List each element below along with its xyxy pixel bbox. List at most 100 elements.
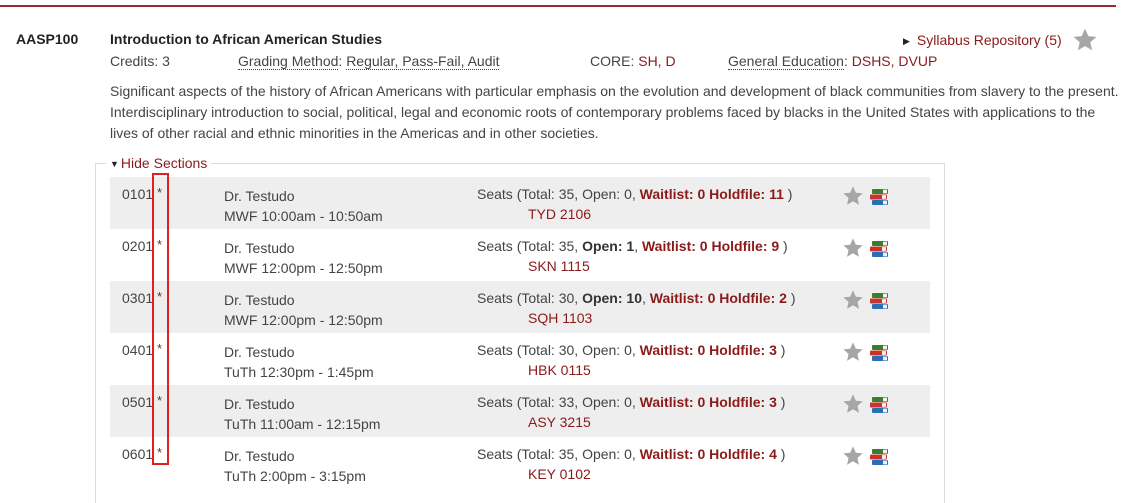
- section-room-link[interactable]: HBK 0115: [528, 362, 591, 378]
- general-education-info: General Education: DSHS, DVUP: [728, 53, 938, 70]
- favorite-section-star-icon[interactable]: [842, 289, 864, 311]
- seats-total: 30: [558, 290, 575, 306]
- grading-method-label: Grading Method: [238, 53, 339, 70]
- textbooks-icon[interactable]: [868, 395, 890, 415]
- section-flag: *: [157, 341, 163, 356]
- section-number: 0101: [122, 186, 154, 202]
- course-id: AASP100: [16, 31, 79, 47]
- section-schedule: TuTh 11:00am - 12:15pm: [224, 416, 381, 432]
- favorite-section-star-icon[interactable]: [842, 445, 864, 467]
- section-row: 0301 * Dr. Testudo MWF 12:00pm - 12:50pm Sea…: [110, 281, 930, 333]
- section-number: 0301: [122, 290, 154, 306]
- textbooks-icon[interactable]: [868, 447, 890, 467]
- top-divider: [0, 5, 1116, 7]
- seats-open-label: Open: 0: [582, 446, 632, 462]
- section-instructor: Dr. Testudo: [224, 448, 295, 464]
- general-education-label: General Education: [728, 53, 844, 70]
- section-number: 0401: [122, 342, 154, 358]
- section-seats: Seats (Total: 35, Open: 0, Waitlist: 0 H…: [477, 446, 786, 462]
- section-seats: Seats (Total: 35, Open: 0, Waitlist: 0 H…: [477, 186, 793, 202]
- course-description: Significant aspects of the history of Af…: [110, 83, 1119, 141]
- seats-open: 0: [624, 446, 632, 462]
- grading-method-value: Regular, Pass-Fail, Audit: [346, 53, 500, 70]
- section-flag: *: [157, 237, 163, 252]
- section-seats: Seats (Total: 30, Open: 10, Waitlist: 0 …: [477, 290, 796, 306]
- grading-method-info: Grading Method: Regular, Pass-Fail, Audi…: [238, 53, 500, 70]
- seats-open-label: Open: 1: [582, 238, 635, 254]
- favorite-section-star-icon[interactable]: [842, 185, 864, 207]
- seats-total: 35: [558, 238, 575, 254]
- seats-total: 35: [558, 186, 575, 202]
- caret-down-icon: ▼: [110, 159, 119, 169]
- section-seats: Seats (Total: 35, Open: 1, Waitlist: 0 H…: [477, 238, 788, 254]
- section-instructor: Dr. Testudo: [224, 240, 295, 256]
- seats-waitlist: Waitlist: 0 Holdfile: 4: [639, 446, 777, 462]
- favorite-course-star-icon[interactable]: [1072, 27, 1098, 53]
- section-number: 0601: [122, 446, 154, 462]
- textbooks-icon[interactable]: [868, 239, 890, 259]
- seats-prefix: Seats (Total:: [477, 342, 559, 358]
- hide-sections-toggle[interactable]: ▼ Hide Sections: [106, 155, 212, 171]
- credits-label: Credits:: [110, 53, 159, 69]
- caret-right-icon: ▶: [903, 36, 910, 46]
- course-title: Introduction to African American Studies: [110, 31, 382, 47]
- core-value: SH, D: [638, 53, 676, 69]
- section-flag: *: [157, 445, 163, 460]
- core-label: CORE:: [590, 53, 635, 69]
- seats-prefix: Seats (Total:: [477, 186, 559, 202]
- section-flag: *: [157, 393, 163, 408]
- section-row: 0501 * Dr. Testudo TuTh 11:00am - 12:15pm Se…: [110, 385, 930, 437]
- section-instructor: Dr. Testudo: [224, 188, 295, 204]
- seats-open-label: Open: 0: [582, 394, 632, 410]
- sections-list: 0101 * Dr. Testudo MWF 10:00am - 10:50am Sea…: [110, 177, 930, 489]
- section-room-link[interactable]: SKN 1115: [528, 258, 590, 274]
- syllabus-link-label: Syllabus Repository (5): [916, 32, 1062, 48]
- section-row: 0601 * Dr. Testudo TuTh 2:00pm - 3:15pm Seat…: [110, 437, 930, 489]
- textbooks-icon[interactable]: [868, 187, 890, 207]
- core-info: CORE: SH, D: [590, 53, 676, 69]
- section-room-link[interactable]: SQH 1103: [528, 310, 592, 326]
- section-room-link[interactable]: KEY 0102: [528, 466, 591, 482]
- section-row: 0101 * Dr. Testudo MWF 10:00am - 10:50am Sea…: [110, 177, 930, 229]
- hide-sections-label: Hide Sections: [120, 155, 208, 171]
- seats-waitlist: Waitlist: 0 Holdfile: 9: [641, 238, 780, 254]
- seats-open: 0: [624, 186, 632, 202]
- seats-total: 35: [558, 446, 575, 462]
- section-room-link[interactable]: ASY 3215: [528, 414, 591, 430]
- seats-open-label: Open: 0: [582, 342, 632, 358]
- seats-prefix: Seats (Total:: [477, 290, 559, 306]
- section-row: 0401 * Dr. Testudo TuTh 12:30pm - 1:45pm Sea…: [110, 333, 930, 385]
- section-schedule: MWF 10:00am - 10:50am: [224, 208, 383, 224]
- credits-value: 3: [162, 53, 170, 69]
- section-instructor: Dr. Testudo: [224, 396, 295, 412]
- section-instructor: Dr. Testudo: [224, 344, 295, 360]
- seats-waitlist: Waitlist: 0 Holdfile: 3: [639, 342, 777, 358]
- textbooks-icon[interactable]: [868, 291, 890, 311]
- section-row: 0201 * Dr. Testudo MWF 12:00pm - 12:50pm Sea…: [110, 229, 930, 281]
- section-schedule: MWF 12:00pm - 12:50pm: [224, 260, 383, 276]
- seats-prefix: Seats (Total:: [477, 238, 559, 254]
- syllabus-repository-link[interactable]: ▶ Syllabus Repository (5): [903, 32, 1062, 48]
- textbooks-icon[interactable]: [868, 343, 890, 363]
- seats-open-label: Open: 0: [582, 186, 632, 202]
- favorite-section-star-icon[interactable]: [842, 393, 864, 415]
- seats-open: 10: [626, 290, 642, 306]
- section-room-link[interactable]: TYD 2106: [528, 206, 591, 222]
- section-flag: *: [157, 289, 163, 304]
- section-schedule: MWF 12:00pm - 12:50pm: [224, 312, 383, 328]
- seats-waitlist: Waitlist: 0 Holdfile: 2: [649, 290, 787, 306]
- section-seats: Seats (Total: 33, Open: 0, Waitlist: 0 H…: [477, 394, 786, 410]
- favorite-section-star-icon[interactable]: [842, 237, 864, 259]
- seats-prefix: Seats (Total:: [477, 446, 559, 462]
- section-instructor: Dr. Testudo: [224, 292, 295, 308]
- seats-total: 33: [558, 394, 575, 410]
- section-schedule: TuTh 2:00pm - 3:15pm: [224, 468, 366, 484]
- seats-open: 0: [624, 394, 632, 410]
- favorite-section-star-icon[interactable]: [842, 341, 864, 363]
- section-number: 0501: [122, 394, 154, 410]
- seats-total: 30: [558, 342, 575, 358]
- section-seats: Seats (Total: 30, Open: 0, Waitlist: 0 H…: [477, 342, 786, 358]
- seats-open: 1: [626, 238, 635, 254]
- seats-waitlist: Waitlist: 0 Holdfile: 3: [639, 394, 777, 410]
- seats-waitlist: Waitlist: 0 Holdfile: 11: [639, 186, 784, 202]
